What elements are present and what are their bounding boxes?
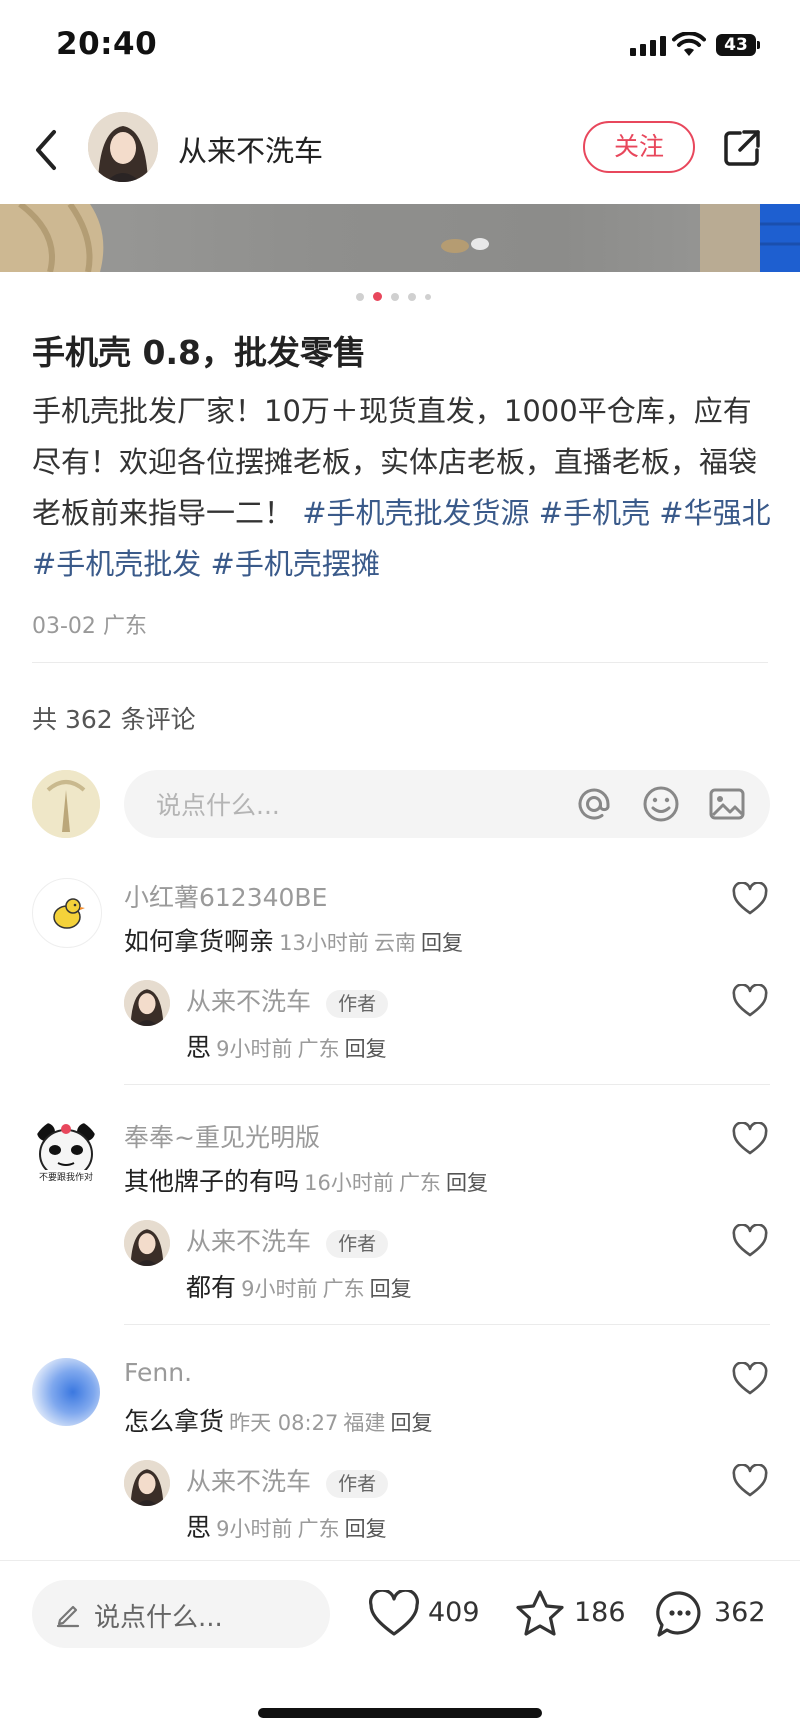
author-badge: 作者 — [326, 1470, 389, 1498]
commenter-avatar[interactable] — [32, 1358, 100, 1426]
reply-row: 思 9小时前 广东 回复 — [186, 1028, 387, 1064]
collect-count[interactable]: 186 — [574, 1597, 626, 1628]
author-name[interactable]: 从来不洗车 — [178, 128, 323, 170]
reply-time: 9小时前 — [216, 1517, 293, 1541]
divider — [124, 1084, 770, 1085]
reply-time: 9小时前 — [216, 1037, 293, 1061]
comment-total[interactable]: 362 — [714, 1597, 766, 1628]
divider — [124, 1324, 770, 1325]
reply-link[interactable]: 回复 — [446, 1171, 488, 1195]
post-meta: 03-02 广东 — [32, 608, 147, 640]
comment-location: 广东 — [398, 1171, 441, 1195]
battery-tip — [757, 41, 760, 49]
image-icon[interactable] — [707, 784, 747, 824]
share-icon[interactable] — [722, 128, 762, 168]
emoji-icon[interactable] — [641, 784, 681, 824]
status-time: 20:40 — [56, 26, 158, 62]
reply-text: 思 — [186, 1513, 212, 1542]
post-location: 广东 — [102, 614, 147, 639]
reply-link[interactable]: 回复 — [421, 931, 463, 955]
battery-icon: 43 — [716, 34, 756, 56]
pencil-icon — [56, 1605, 80, 1628]
my-avatar — [32, 770, 100, 838]
hashtag[interactable]: #手机壳批发 — [32, 547, 201, 581]
heart-icon[interactable] — [368, 1590, 420, 1638]
comment-location: 福建 — [343, 1411, 386, 1435]
comment-row: 如何拿货啊亲 13小时前 云南 回复 — [124, 922, 463, 958]
bottom-bar-divider — [0, 1560, 800, 1561]
comment-location: 云南 — [373, 931, 416, 955]
post-date: 03-02 — [32, 614, 96, 639]
reply-header: 从来不洗车 作者 — [186, 1462, 389, 1498]
author-avatar-small[interactable] — [124, 980, 170, 1026]
like-count[interactable]: 409 — [428, 1597, 480, 1628]
hashtag[interactable]: #手机壳批发货源 — [302, 496, 529, 530]
back-icon[interactable] — [30, 128, 64, 172]
author-badge: 作者 — [326, 990, 389, 1018]
author-avatar[interactable] — [88, 112, 158, 182]
home-indicator[interactable] — [258, 1708, 542, 1718]
follow-button[interactable]: 关注 — [583, 121, 695, 173]
post-body: 手机壳批发厂家！10万＋现货直发，1000平仓库，应有尽有！欢迎各位摆摊老板，实… — [32, 386, 772, 590]
post-image-carousel[interactable] — [0, 204, 800, 272]
at-icon[interactable] — [574, 784, 614, 824]
bottom-input-placeholder[interactable]: 说点什么... — [94, 1597, 223, 1634]
reply-author-name[interactable]: 从来不洗车 — [186, 1467, 311, 1496]
reply-time: 9小时前 — [241, 1277, 318, 1301]
commenter-name[interactable]: Fenn. — [124, 1358, 192, 1387]
commenter-name[interactable]: 小红薯612340BE — [124, 878, 327, 914]
heart-icon[interactable] — [732, 1362, 768, 1396]
comment-icon[interactable] — [654, 1588, 706, 1640]
reply-link[interactable]: 回复 — [391, 1411, 433, 1435]
comment-time: 13小时前 — [279, 931, 369, 955]
reply-text: 都有 — [186, 1273, 237, 1302]
comment-text: 其他牌子的有吗 — [124, 1167, 300, 1196]
reply-link[interactable]: 回复 — [345, 1517, 387, 1541]
reply-location: 广东 — [322, 1277, 365, 1301]
comment-count: 共 362 条评论 — [32, 705, 196, 734]
reply-header: 从来不洗车 作者 — [186, 982, 389, 1018]
divider — [32, 662, 768, 663]
author-avatar-small[interactable] — [124, 1220, 170, 1266]
reply-header: 从来不洗车 作者 — [186, 1222, 389, 1258]
heart-icon[interactable] — [732, 882, 768, 916]
signal-icon — [630, 36, 666, 56]
author-avatar-small[interactable] — [124, 1460, 170, 1506]
comment-text: 怎么拿货 — [124, 1407, 225, 1436]
star-icon[interactable] — [514, 1588, 566, 1638]
comment-input-placeholder[interactable]: 说点什么... — [156, 786, 280, 822]
reply-link[interactable]: 回复 — [370, 1277, 412, 1301]
reply-author-name[interactable]: 从来不洗车 — [186, 1227, 311, 1256]
hashtag[interactable]: #华强北 — [659, 496, 770, 530]
author-badge: 作者 — [326, 1230, 389, 1258]
comment-time: 昨天 08:27 — [229, 1411, 339, 1435]
comment-time: 16小时前 — [304, 1171, 394, 1195]
hashtag[interactable]: #手机壳摆摊 — [211, 547, 380, 581]
heart-icon[interactable] — [732, 1122, 768, 1156]
reply-row: 思 9小时前 广东 回复 — [186, 1508, 387, 1544]
avatar-caption: 不要跟我作对 — [32, 1170, 100, 1183]
carousel-dots — [356, 292, 431, 301]
heart-icon[interactable] — [732, 1224, 768, 1258]
hashtag[interactable]: #手机壳 — [539, 496, 650, 530]
reply-text: 思 — [186, 1033, 212, 1062]
reply-location: 广东 — [297, 1517, 340, 1541]
commenter-avatar[interactable] — [32, 878, 102, 948]
heart-icon[interactable] — [732, 984, 768, 1018]
wifi-icon — [672, 32, 706, 56]
comment-row: 怎么拿货 昨天 08:27 福建 回复 — [124, 1402, 433, 1438]
reply-location: 广东 — [297, 1037, 340, 1061]
commenter-name[interactable]: 奉奉~重见光明版 — [124, 1118, 320, 1154]
post-title: 手机壳 0.8，批发零售 — [32, 333, 366, 372]
reply-link[interactable]: 回复 — [345, 1037, 387, 1061]
reply-author-name[interactable]: 从来不洗车 — [186, 987, 311, 1016]
comment-text: 如何拿货啊亲 — [124, 927, 275, 956]
heart-icon[interactable] — [732, 1464, 768, 1498]
comment-row: 其他牌子的有吗 16小时前 广东 回复 — [124, 1162, 488, 1198]
reply-row: 都有 9小时前 广东 回复 — [186, 1268, 412, 1304]
